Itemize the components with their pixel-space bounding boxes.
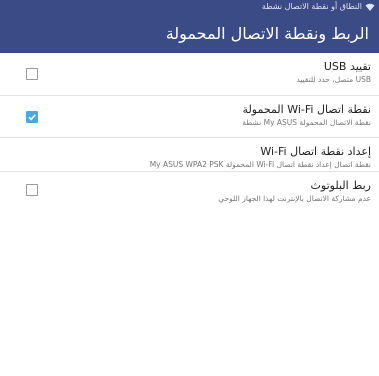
setting-title: نقطة اتصال Wi-Fi المحمولة (242, 103, 371, 116)
status-text: النطاق أو نقطة الاتصال نشطة (261, 2, 362, 11)
checkmark-icon (28, 113, 36, 120)
action-bar: الربط ونقطة الاتصال المحمولة (0, 14, 379, 53)
setting-subtitle: عدم مشاركة الاتصال بالإنترنت لهذا الجهاز… (218, 194, 371, 203)
wifi-hotspot-icon (365, 2, 375, 12)
setting-title: تقييد USB (323, 60, 371, 73)
setting-subtitle: نقطة الاتصال المحمولة My ASUS نشطة (242, 118, 371, 127)
page-title: الربط ونقطة الاتصال المحمولة (165, 24, 369, 43)
setting-subtitle: نقطة اتصال إعداد نقطة اتصال Wi-Fi المحمو… (149, 160, 371, 169)
bluetooth-tethering-checkbox[interactable] (26, 184, 38, 196)
settings-list: تقييد USB USB متصل، حدد للتقييد نقطة اتص… (0, 53, 379, 208)
setting-subtitle: USB متصل، حدد للتقييد (296, 75, 371, 84)
status-bar: النطاق أو نقطة الاتصال نشطة (0, 0, 379, 14)
setting-bluetooth-tethering[interactable]: ربط البلوتوث عدم مشاركة الاتصال بالإنترن… (0, 172, 379, 208)
setting-usb-tethering[interactable]: تقييد USB USB متصل، حدد للتقييد (0, 53, 379, 96)
wifi-hotspot-checkbox[interactable] (26, 110, 38, 123)
setting-title: ربط البلوتوث (310, 179, 371, 192)
setting-wifi-hotspot-setup[interactable]: إعداد نقطة اتصال Wi-Fi نقطة اتصال إعداد … (0, 138, 379, 172)
usb-tethering-checkbox[interactable] (26, 68, 38, 80)
setting-title: إعداد نقطة اتصال Wi-Fi (260, 145, 371, 158)
setting-wifi-hotspot[interactable]: نقطة اتصال Wi-Fi المحمولة نقطة الاتصال ا… (0, 96, 379, 138)
